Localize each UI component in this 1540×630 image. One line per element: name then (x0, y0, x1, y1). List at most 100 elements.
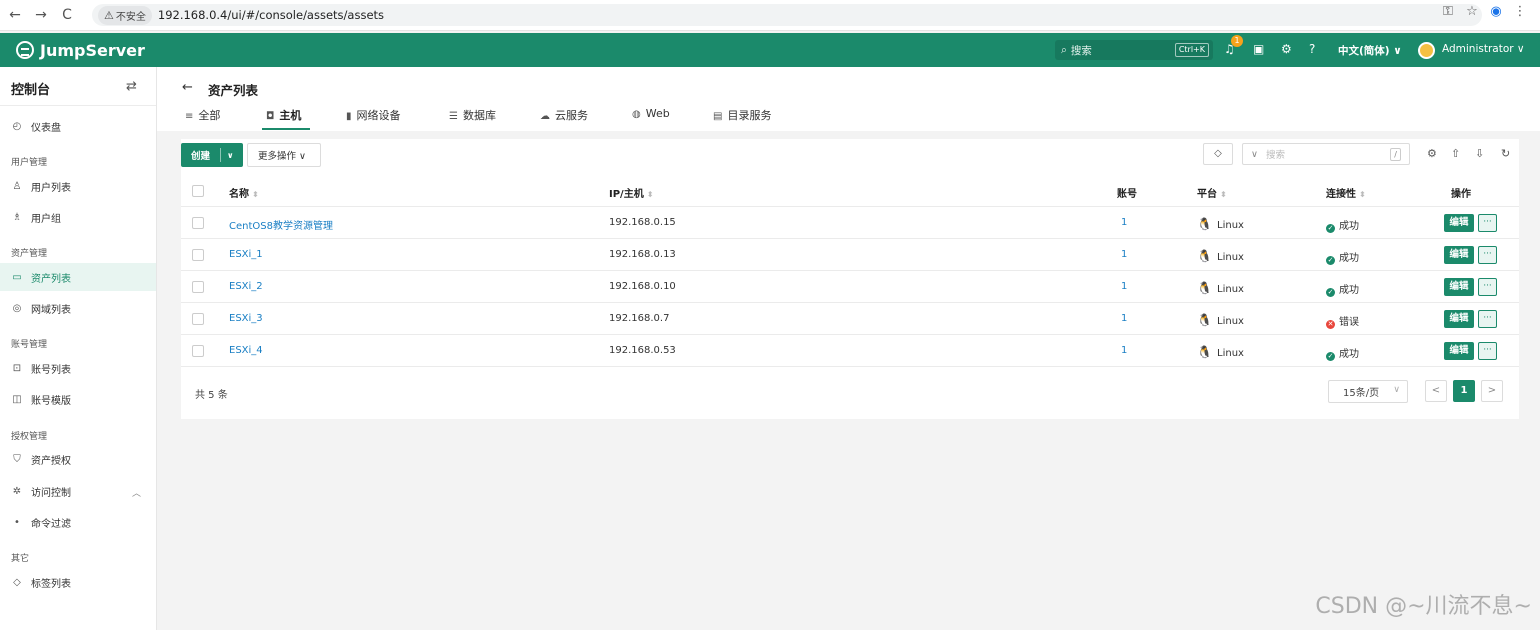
star-icon[interactable]: ☆ (1460, 4, 1484, 19)
sort-icon: ⬍ (1220, 190, 1227, 199)
success-icon: ✓ (1326, 352, 1335, 361)
tab-label: 数据库 (462, 109, 496, 122)
sidebar-item-account-template[interactable]: ◫ 账号模版 (0, 385, 156, 413)
sidebar-item-user-list[interactable]: ♙ 用户列表 (0, 172, 156, 200)
more-button[interactable]: ··· (1478, 278, 1497, 296)
linux-icon: 🐧 (1197, 217, 1212, 231)
asset-name-link[interactable]: ESXi_3 (229, 313, 263, 324)
asset-name-link[interactable]: ESXi_2 (229, 281, 263, 292)
sidebar-item-account-list[interactable]: ⊡ 账号列表 (0, 354, 156, 382)
location-icon: ◎ (12, 302, 22, 314)
error-icon: ✕ (1326, 320, 1335, 329)
sidebar-item-dashboard[interactable]: ◴ 仪表盘 (0, 112, 156, 140)
sidebar-item-tag-list[interactable]: ◇ 标签列表 (0, 568, 156, 596)
search-shortcut: Ctrl+K (1174, 43, 1209, 57)
global-search[interactable]: ⌕ 搜索 Ctrl+K (1055, 40, 1213, 60)
avatar[interactable] (1418, 42, 1435, 59)
sidebar-item-asset-list[interactable]: ▭ 资产列表 (0, 263, 156, 291)
more-button[interactable]: ··· (1478, 342, 1497, 360)
success-icon: ✓ (1326, 224, 1335, 233)
connectivity-status: ✓ 成功 (1326, 349, 1359, 361)
sort-icon: ⬍ (252, 190, 259, 199)
sidebar-group-other: 其它 (11, 554, 30, 564)
create-button[interactable]: 创建 ∨ (181, 143, 243, 167)
tag-filter-button[interactable]: ◇ (1203, 143, 1233, 165)
sidebar-item-label: 账号列表 (31, 364, 71, 376)
back-arrow-icon[interactable]: ← (182, 80, 193, 95)
tab-directory[interactable]: ▤ 目录服务 (713, 107, 771, 132)
table-search-input[interactable]: ∨ 搜索 / (1242, 143, 1410, 165)
column-header-connectivity[interactable]: 连接性 ⬍ (1326, 185, 1366, 200)
sidebar: 控制台 ⇄ ◴ 仪表盘 用户管理 ♙ 用户列表 ♗ 用户组 资产管理 ▭ 资产列… (0, 67, 157, 630)
account-count-link[interactable]: 1 (1121, 281, 1127, 292)
edit-button[interactable]: 编辑 (1444, 310, 1474, 328)
back-icon[interactable]: ← (4, 4, 26, 26)
more-button[interactable]: ··· (1478, 310, 1497, 328)
sidebar-item-user-group[interactable]: ♗ 用户组 (0, 203, 156, 231)
download-icon[interactable]: ⇩ (1475, 147, 1484, 160)
help-icon[interactable]: ? (1309, 42, 1315, 56)
sidebar-item-domain-list[interactable]: ◎ 网域列表 (0, 294, 156, 322)
menu-icon[interactable]: ⋮ (1508, 4, 1532, 19)
next-page-button[interactable]: > (1481, 380, 1503, 402)
column-header-ip[interactable]: IP/主机 ⬍ (609, 185, 653, 200)
tab-cloud[interactable]: ☁ 云服务 (540, 107, 588, 132)
row-checkbox[interactable] (192, 249, 204, 261)
row-checkbox[interactable] (192, 281, 204, 293)
logo[interactable]: JumpServer (16, 41, 145, 60)
terminal-icon[interactable]: ▣ (1253, 42, 1264, 56)
sidebar-item-label: 用户列表 (31, 182, 71, 194)
account-count-link[interactable]: 1 (1121, 249, 1127, 260)
chevron-down-icon[interactable]: ∨ (221, 151, 234, 160)
user-menu[interactable]: Administrator ∨ (1442, 43, 1525, 55)
asset-name-link[interactable]: ESXi_1 (229, 249, 263, 260)
platform-cell: 🐧 Linux (1197, 345, 1244, 359)
tab-web[interactable]: ◍ Web (632, 107, 670, 132)
row-checkbox[interactable] (192, 313, 204, 325)
sidebar-item-access-control[interactable]: ✲ 访问控制 ︿ (0, 477, 156, 505)
asset-name-link[interactable]: ESXi_4 (229, 345, 263, 356)
key-icon[interactable]: ⚿ (1436, 4, 1460, 19)
table-search-placeholder: 搜索 (1265, 150, 1285, 161)
connectivity-status: ✓ 成功 (1326, 285, 1359, 297)
page-size-select[interactable]: 15条/页 ∨ (1328, 380, 1408, 403)
global-search-placeholder: 搜索 (1070, 44, 1092, 57)
settings-icon[interactable]: ⚙ (1427, 147, 1437, 160)
tab-all[interactable]: ≡ 全部 (185, 107, 220, 132)
row-checkbox[interactable] (192, 345, 204, 357)
page-number-button[interactable]: 1 (1453, 380, 1475, 402)
forward-icon[interactable]: → (30, 4, 52, 26)
edit-button[interactable]: 编辑 (1444, 246, 1474, 264)
tab-network-device[interactable]: ▮ 网络设备 (346, 107, 401, 132)
refresh-icon[interactable]: ↻ (1501, 147, 1510, 160)
prev-page-button[interactable]: < (1425, 380, 1447, 402)
account-count-link[interactable]: 1 (1121, 217, 1127, 228)
row-checkbox[interactable] (192, 217, 204, 229)
switch-icon[interactable]: ⇄ (126, 79, 137, 94)
asset-table-card: 创建 ∨ 更多操作 ∨ ◇ ∨ 搜索 / ⚙ ⇧ ⇩ ↻ 名称 ⬍ IP/主机 ⬍ … (181, 139, 1519, 419)
more-button[interactable]: ··· (1478, 214, 1497, 232)
asset-name-link[interactable]: CentOS8教学资源管理 (229, 217, 333, 232)
account-count-link[interactable]: 1 (1121, 345, 1127, 356)
account-count-link[interactable]: 1 (1121, 313, 1127, 324)
edit-button[interactable]: 编辑 (1444, 342, 1474, 360)
more-actions-button[interactable]: 更多操作 ∨ (247, 143, 321, 167)
security-warning[interactable]: ⚠ 不安全 (98, 5, 152, 25)
tab-label: 目录服务 (727, 109, 772, 122)
edit-button[interactable]: 编辑 (1444, 278, 1474, 296)
column-header-platform[interactable]: 平台 ⬍ (1197, 185, 1227, 200)
column-header-name[interactable]: 名称 ⬍ (229, 185, 259, 200)
language-selector[interactable]: 中文(简体) ∨ (1338, 43, 1402, 58)
reload-icon[interactable]: C (56, 4, 78, 26)
more-button[interactable]: ··· (1478, 246, 1497, 264)
sidebar-item-command-filter[interactable]: • 命令过滤 (0, 508, 156, 536)
sidebar-item-asset-permission[interactable]: ⛉ 资产授权 (0, 445, 156, 473)
profile-icon[interactable]: ◉ (1484, 4, 1508, 19)
table-header: 名称 ⬍ IP/主机 ⬍ 账号 平台 ⬍ 连接性 ⬍ 操作 (181, 175, 1519, 207)
tab-database[interactable]: ☰ 数据库 (449, 107, 496, 132)
edit-button[interactable]: 编辑 (1444, 214, 1474, 232)
select-all-checkbox[interactable] (192, 185, 204, 197)
address-bar[interactable]: ⚠ 不安全 192.168.0.4/ui/#/console/assets/as… (92, 4, 1482, 26)
gear-icon[interactable]: ⚙ (1281, 42, 1292, 56)
upload-icon[interactable]: ⇧ (1451, 147, 1460, 160)
